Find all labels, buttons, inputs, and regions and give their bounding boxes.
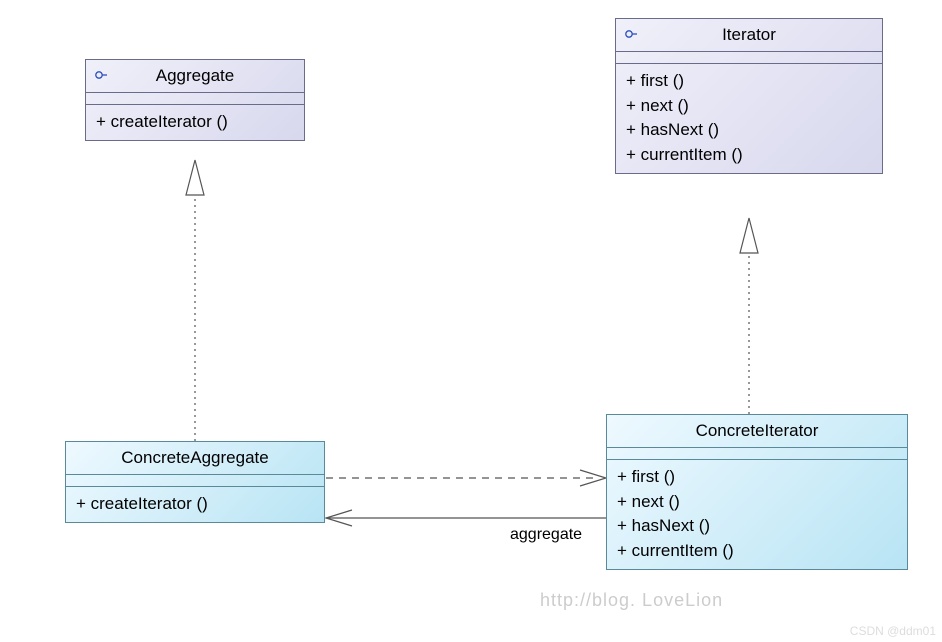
attributes-empty	[616, 52, 882, 64]
class-name: Aggregate	[156, 66, 234, 85]
operation: + hasNext ()	[626, 118, 872, 143]
operation: + createIterator ()	[96, 110, 294, 135]
attributes-empty	[86, 93, 304, 105]
operation: + currentItem ()	[617, 539, 897, 564]
csdn-credit: CSDN @ddm01	[850, 624, 936, 638]
class-name: ConcreteAggregate	[121, 448, 268, 467]
arrowhead-assoc	[326, 510, 352, 526]
arrowhead-ca-a	[186, 160, 204, 195]
attributes-empty	[607, 448, 907, 460]
watermark-text: http://blog. LoveLion	[540, 590, 723, 611]
operations: + createIterator ()	[86, 105, 304, 140]
interface-icon	[624, 29, 638, 39]
class-name: ConcreteIterator	[696, 421, 819, 440]
arrowhead-ci-i	[740, 218, 758, 253]
class-title: Aggregate	[86, 60, 304, 93]
class-iterator: Iterator + first () + next () + hasNext …	[615, 18, 883, 174]
class-concrete-iterator: ConcreteIterator + first () + next () + …	[606, 414, 908, 570]
association-label: aggregate	[510, 526, 582, 544]
class-title: Iterator	[616, 19, 882, 52]
class-name: Iterator	[722, 25, 776, 44]
class-title: ConcreteIterator	[607, 415, 907, 448]
operation: + first ()	[617, 465, 897, 490]
interface-icon	[94, 70, 108, 80]
operation: + hasNext ()	[617, 514, 897, 539]
class-aggregate: Aggregate + createIterator ()	[85, 59, 305, 141]
class-title: ConcreteAggregate	[66, 442, 324, 475]
operations: + createIterator ()	[66, 487, 324, 522]
class-concrete-aggregate: ConcreteAggregate + createIterator ()	[65, 441, 325, 523]
operation: + next ()	[617, 490, 897, 515]
operation: + first ()	[626, 69, 872, 94]
operations: + first () + next () + hasNext () + curr…	[607, 460, 907, 569]
operations: + first () + next () + hasNext () + curr…	[616, 64, 882, 173]
arrowhead-dep	[580, 470, 606, 486]
operation: + createIterator ()	[76, 492, 314, 517]
attributes-empty	[66, 475, 324, 487]
operation: + next ()	[626, 94, 872, 119]
operation: + currentItem ()	[626, 143, 872, 168]
